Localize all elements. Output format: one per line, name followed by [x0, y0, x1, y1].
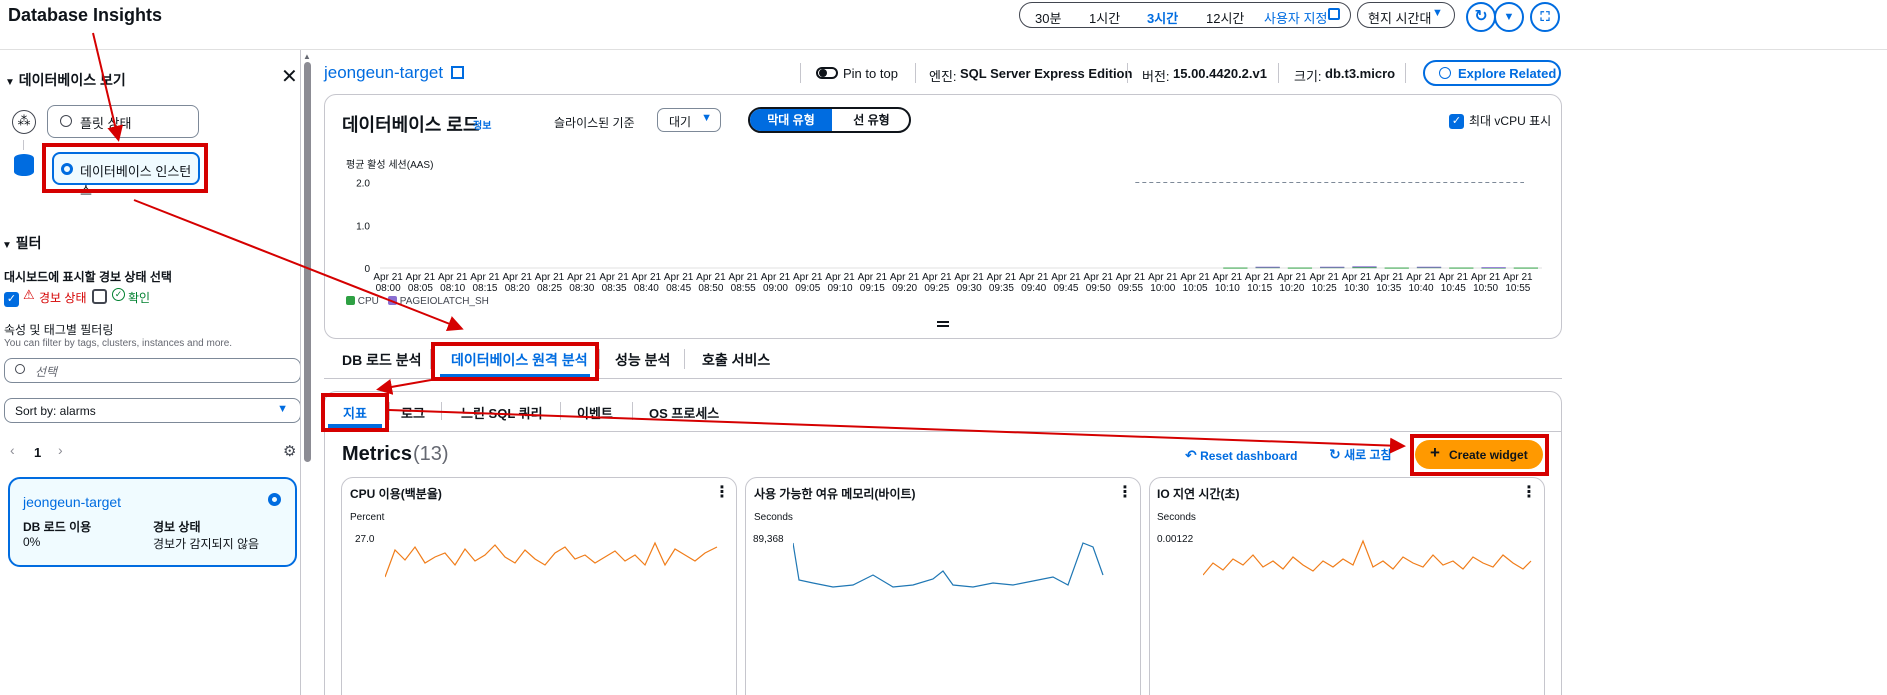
annotation-arrows	[92, 32, 1406, 454]
annotation-arrow	[376, 379, 432, 395]
annotation-arrow	[388, 409, 1406, 454]
annotation-arrow	[133, 199, 464, 332]
annotation-arrow	[92, 32, 124, 142]
